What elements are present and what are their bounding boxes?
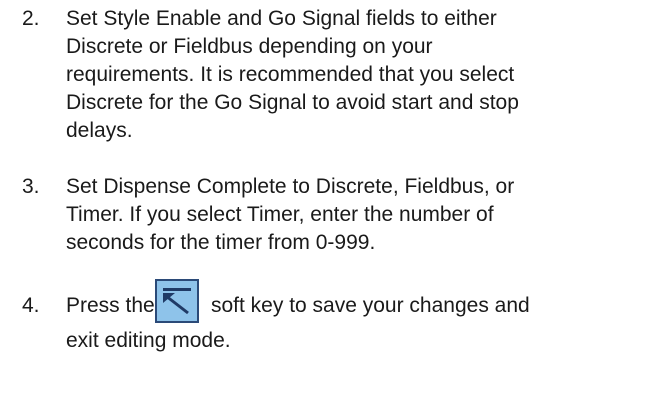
step-text-after-icon: soft key to save your changes and bbox=[211, 294, 530, 317]
step-text: Set Dispense Complete to Discrete, Field… bbox=[66, 173, 644, 257]
step-line-with-icon: Press the soft key to save your changes … bbox=[66, 279, 644, 323]
step-number: 4. bbox=[22, 294, 40, 317]
step-number: 2. bbox=[22, 7, 40, 30]
step-line: Set Dispense Complete to Discrete, Field… bbox=[66, 175, 515, 198]
step-line: seconds for the timer from 0-999. bbox=[66, 231, 376, 254]
step-text: Press the soft key to save your changes … bbox=[66, 279, 644, 355]
step-line: requirements. It is recommended that you… bbox=[66, 63, 515, 86]
step-line: exit editing mode. bbox=[66, 329, 231, 352]
step-line: Timer. If you select Timer, enter the nu… bbox=[66, 203, 494, 226]
step-line: Discrete or Fieldbus depending on your bbox=[66, 35, 433, 58]
step-line: Discrete for the Go Signal to avoid star… bbox=[66, 91, 519, 114]
step-text: Set Style Enable and Go Signal fields to… bbox=[66, 5, 644, 145]
step-text-before-icon: Press the bbox=[66, 294, 155, 317]
step-number: 3. bbox=[22, 175, 40, 198]
save-exit-softkey-icon bbox=[155, 279, 199, 323]
step-line: delays. bbox=[66, 119, 133, 142]
step-line: Set Style Enable and Go Signal fields to… bbox=[66, 7, 497, 30]
